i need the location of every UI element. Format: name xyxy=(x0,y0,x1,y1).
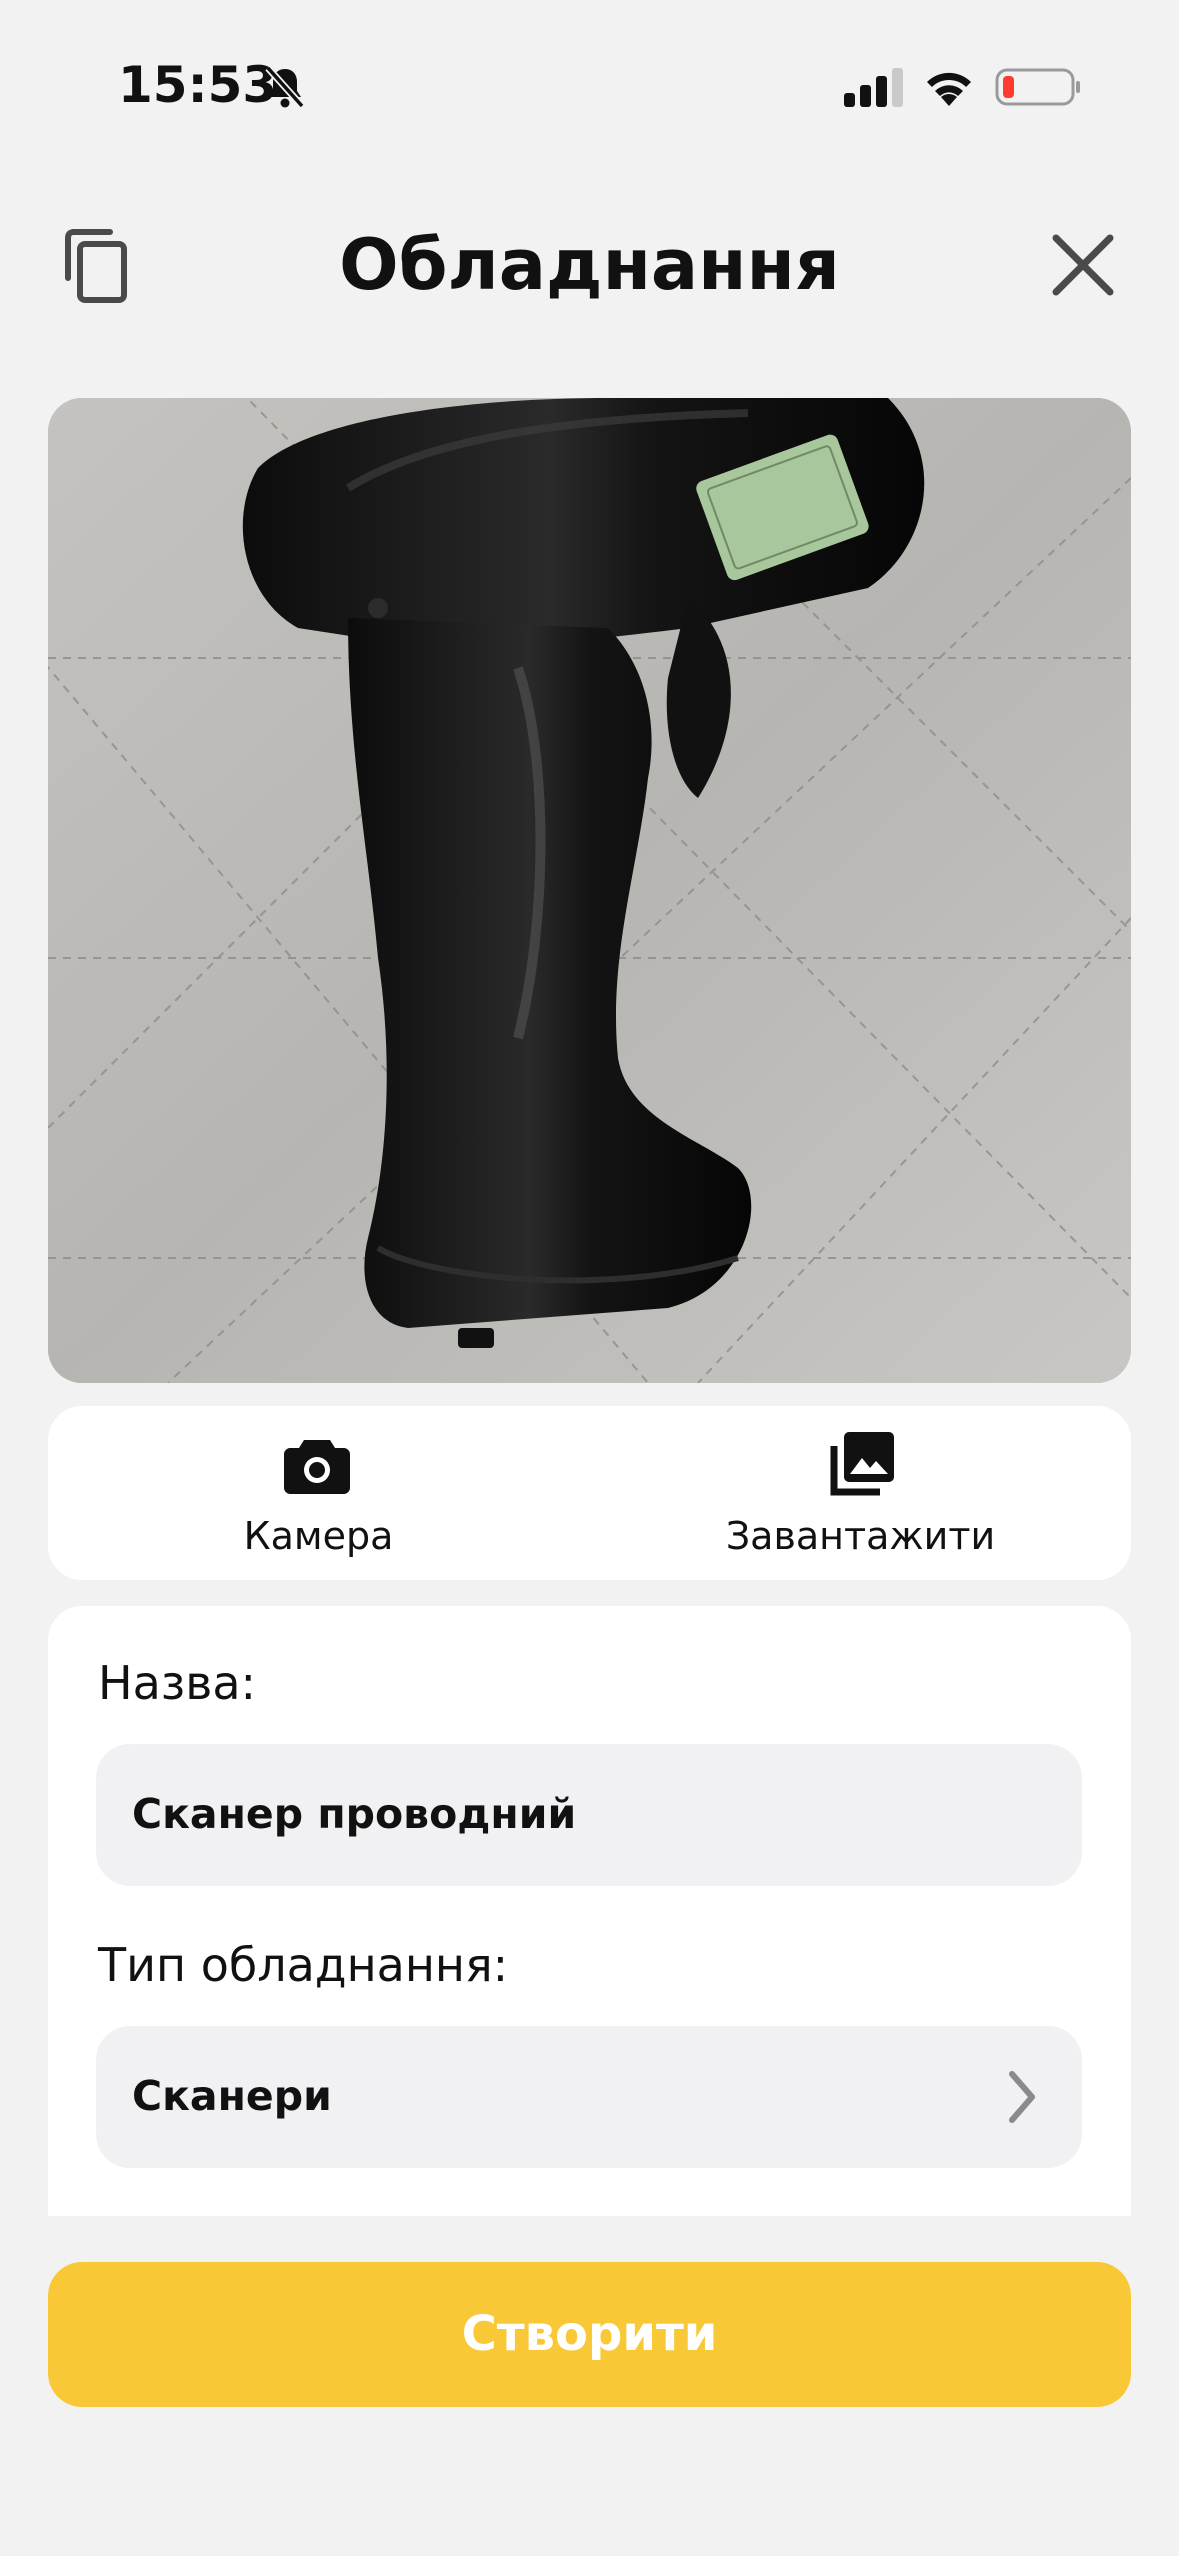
close-icon[interactable] xyxy=(1048,230,1118,300)
equipment-photo xyxy=(48,398,1131,1383)
name-label: Назва: xyxy=(98,1656,257,1710)
photo-actions-card: Камера Завантажити xyxy=(48,1406,1131,1580)
equipment-form: Назва: Сканер проводний Тип обладнання: … xyxy=(48,1606,1131,2216)
camera-button[interactable]: Камера xyxy=(48,1406,589,1580)
image-gallery-icon xyxy=(830,1432,894,1496)
status-time: 15:53 xyxy=(118,56,278,114)
battery-icon xyxy=(995,68,1080,106)
upload-label: Завантажити xyxy=(725,1514,996,1558)
status-bar: 15:53 xyxy=(0,0,1179,170)
type-label: Тип обладнання: xyxy=(98,1938,509,1992)
chevron-right-icon xyxy=(1009,2071,1035,2123)
name-field[interactable]: Сканер проводний xyxy=(96,1744,1082,1886)
type-value: Сканери xyxy=(132,2072,332,2120)
name-value: Сканер проводний xyxy=(132,1790,577,1838)
header: Обладнання xyxy=(0,200,1179,330)
camera-icon xyxy=(284,1440,350,1494)
upload-button[interactable]: Завантажити xyxy=(590,1406,1131,1580)
create-button[interactable]: Створити xyxy=(48,2262,1131,2407)
wifi-icon xyxy=(927,72,971,106)
bell-slash-icon xyxy=(265,65,305,109)
camera-label: Камера xyxy=(243,1514,394,1558)
signal-icon xyxy=(844,68,903,107)
equipment-type-select[interactable]: Сканери xyxy=(96,2026,1082,2168)
page-title: Обладнання xyxy=(339,224,840,306)
